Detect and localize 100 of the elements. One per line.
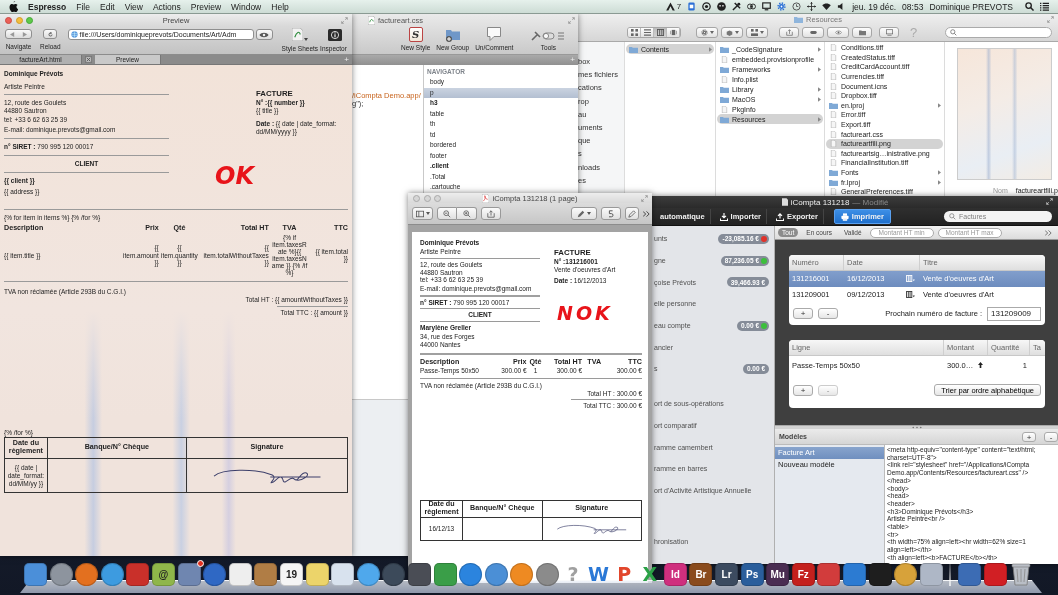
menu-item[interactable]: Edit bbox=[100, 1, 115, 12]
dock-app-icon[interactable] bbox=[817, 563, 841, 586]
record-icon[interactable] bbox=[702, 2, 712, 11]
remove-button[interactable]: - bbox=[818, 308, 838, 319]
template-code-editor[interactable] bbox=[885, 445, 1058, 564]
dock-app-icon[interactable] bbox=[126, 563, 150, 586]
handwritten-note: OK bbox=[215, 164, 254, 188]
rings-icon[interactable] bbox=[747, 2, 757, 11]
dock-app-icon[interactable] bbox=[75, 563, 99, 586]
edit-button[interactable] bbox=[625, 207, 639, 220]
reload-button[interactable] bbox=[43, 29, 58, 39]
dock-app-icon[interactable]: 19 bbox=[279, 563, 303, 586]
menu-item[interactable]: File bbox=[76, 1, 90, 12]
gear-icon[interactable] bbox=[777, 2, 787, 11]
menu-item[interactable]: Actions bbox=[152, 1, 181, 12]
dock-app-icon[interactable] bbox=[957, 563, 981, 586]
dock-app-icon[interactable] bbox=[331, 563, 355, 586]
dock-app-icon[interactable] bbox=[407, 563, 431, 586]
chevrons-icon[interactable] bbox=[643, 210, 650, 217]
pdf-file-icon bbox=[482, 193, 490, 203]
dock-app-icon[interactable] bbox=[983, 563, 1007, 586]
view-mode-button[interactable] bbox=[641, 28, 654, 37]
dock-app-icon[interactable] bbox=[203, 563, 227, 586]
view-mode-button[interactable] bbox=[667, 28, 680, 37]
close-button[interactable] bbox=[5, 16, 12, 24]
dock-app-icon[interactable]: Fz bbox=[791, 563, 815, 586]
chevron-up-icon[interactable] bbox=[665, 2, 675, 11]
dock-app-icon[interactable]: Id bbox=[663, 563, 687, 586]
dock-app-icon[interactable] bbox=[254, 563, 278, 586]
menu-item[interactable]: View bbox=[124, 1, 143, 12]
next-number-field[interactable]: 131209009 bbox=[987, 306, 1041, 321]
menu-item[interactable]: Help bbox=[271, 1, 289, 12]
dock-app-icon[interactable] bbox=[100, 563, 124, 586]
zoom-in-button[interactable] bbox=[457, 207, 477, 220]
share-button[interactable] bbox=[481, 207, 501, 220]
share-box-button[interactable] bbox=[721, 27, 743, 38]
dock-app-icon[interactable]: W bbox=[587, 563, 611, 586]
dock-app-icon[interactable] bbox=[305, 563, 329, 586]
user-name[interactable]: Dominique PREVOTS bbox=[929, 1, 1013, 12]
share-button[interactable] bbox=[779, 27, 799, 38]
menu-item[interactable]: Espresso bbox=[28, 1, 67, 12]
action-button[interactable] bbox=[696, 27, 718, 38]
close-tab-icon[interactable] bbox=[85, 56, 92, 63]
dock-app-icon[interactable]: P bbox=[612, 563, 636, 586]
search-icon[interactable] bbox=[1025, 2, 1034, 11]
wifi-icon[interactable] bbox=[822, 2, 832, 11]
add-button[interactable]: + bbox=[1022, 431, 1036, 442]
tools-icon[interactable] bbox=[732, 2, 742, 11]
apple-icon[interactable] bbox=[9, 1, 18, 12]
display-icon[interactable] bbox=[762, 2, 772, 11]
annotate-button[interactable] bbox=[601, 207, 621, 220]
move-icon[interactable] bbox=[807, 2, 817, 11]
stylesheet-icon: S bbox=[408, 27, 423, 42]
dock-app-icon[interactable] bbox=[177, 563, 201, 586]
back-forward-control[interactable] bbox=[5, 29, 32, 39]
menu-time[interactable]: 08:53 bbox=[902, 1, 924, 12]
menu-date[interactable]: jeu. 19 déc. bbox=[852, 1, 897, 12]
trash-icon[interactable] bbox=[1011, 563, 1032, 586]
grid-icon bbox=[906, 275, 915, 283]
dock-app-icon[interactable] bbox=[49, 563, 73, 586]
menu-item[interactable]: Preview bbox=[190, 1, 222, 12]
sidebar-button[interactable] bbox=[412, 207, 433, 220]
dock-app-icon[interactable]: Mu bbox=[766, 563, 790, 586]
squiggle-icon bbox=[607, 209, 615, 218]
dock-app-icon[interactable] bbox=[868, 563, 892, 586]
grid-icon bbox=[750, 29, 758, 36]
dock-app-icon[interactable] bbox=[228, 563, 252, 586]
reload-icon bbox=[47, 31, 53, 37]
stylesheet-icon[interactable] bbox=[291, 28, 303, 41]
pen-button[interactable] bbox=[571, 207, 597, 220]
caret-icon bbox=[303, 38, 308, 41]
clock-icon[interactable] bbox=[792, 2, 802, 11]
chevrons-icon[interactable] bbox=[1045, 229, 1052, 236]
splitter-handle-icon[interactable] bbox=[911, 426, 922, 429]
dock-app-icon[interactable] bbox=[382, 563, 406, 586]
dock-app-icon[interactable] bbox=[356, 563, 380, 586]
add-button[interactable]: + bbox=[793, 384, 813, 396]
display-button[interactable] bbox=[879, 27, 899, 38]
share-icon bbox=[785, 29, 793, 36]
dock-app-icon[interactable] bbox=[919, 563, 943, 586]
remove-button[interactable]: - bbox=[1044, 431, 1058, 442]
menu-item[interactable]: Window bbox=[231, 1, 262, 12]
folder-button[interactable] bbox=[852, 27, 872, 38]
square-icon[interactable] bbox=[687, 2, 697, 11]
info-icon[interactable] bbox=[328, 29, 343, 41]
search-field[interactable] bbox=[945, 27, 1052, 38]
dock-app-icon[interactable]: Ps bbox=[740, 563, 764, 586]
dock-app-icon[interactable]: @ bbox=[151, 563, 175, 586]
face-icon[interactable] bbox=[717, 2, 727, 11]
arrange-button[interactable] bbox=[746, 27, 768, 38]
dock-app-icon[interactable]: Lr bbox=[715, 563, 739, 586]
list-icon[interactable] bbox=[1040, 2, 1049, 11]
preview-button[interactable] bbox=[255, 29, 273, 40]
zoom-out-button[interactable] bbox=[437, 207, 457, 220]
view-mode-button[interactable] bbox=[654, 28, 667, 37]
tag-button[interactable] bbox=[802, 27, 824, 38]
view-mode-button[interactable] bbox=[628, 28, 641, 37]
add-button[interactable]: + bbox=[793, 308, 813, 319]
dock-app-icon[interactable]: Br bbox=[689, 563, 713, 586]
search-icon bbox=[950, 29, 957, 36]
